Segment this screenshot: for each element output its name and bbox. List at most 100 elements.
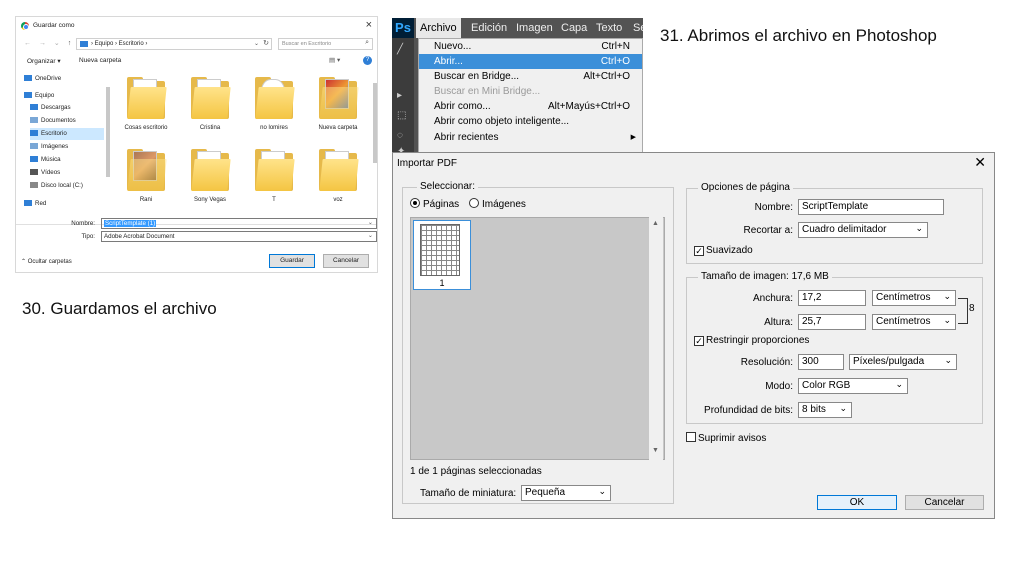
tree-item-red[interactable]: Red bbox=[24, 198, 104, 210]
save-button[interactable]: Guardar bbox=[269, 254, 315, 268]
recent-locations-icon[interactable]: ⌄ bbox=[54, 40, 63, 47]
thumbnail-size-select[interactable]: Pequeña ⌄ bbox=[521, 485, 611, 501]
folder-item[interactable]: T bbox=[244, 145, 304, 209]
name-field[interactable]: ScriptTemplate bbox=[798, 199, 944, 215]
height-unit-select[interactable]: Centímetros ⌄ bbox=[872, 314, 956, 330]
folder-item[interactable]: Cosas escritorio bbox=[116, 73, 176, 137]
folder-icon bbox=[127, 77, 167, 119]
new-folder-button[interactable]: Nueva carpeta bbox=[79, 57, 121, 64]
folder-item[interactable]: Sony Vegas bbox=[180, 145, 240, 209]
mode-select[interactable]: Color RGB ⌄ bbox=[798, 378, 908, 394]
file-type-select[interactable]: Adobe Acrobat Document ⌄ bbox=[101, 231, 377, 242]
lasso-tool-icon[interactable]: ◌ bbox=[397, 130, 403, 141]
dialog-title: Importar PDF bbox=[397, 158, 458, 169]
scroll-down-icon[interactable]: ▼ bbox=[652, 447, 659, 454]
organize-button[interactable]: Organizar ▾ bbox=[27, 57, 61, 65]
chain-link-icon[interactable]: 8 bbox=[969, 303, 975, 314]
move-tool-icon[interactable]: ▸ bbox=[397, 90, 402, 101]
tree-item-onedrive[interactable]: OneDrive bbox=[24, 73, 104, 85]
folder-label: Sony Vegas bbox=[193, 197, 227, 203]
scrollbar-thumb[interactable] bbox=[373, 83, 377, 163]
tree-item-equipo[interactable]: Equipo bbox=[24, 90, 104, 102]
smoothing-checkbox[interactable]: ✓ Suavizado bbox=[694, 245, 753, 256]
search-input[interactable]: Buscar en Escritorio ⌕ bbox=[278, 38, 373, 50]
file-name-field[interactable]: ScriptTemplate (1) ⌄ bbox=[101, 218, 377, 229]
page-number: 1 bbox=[439, 278, 445, 288]
menu-item-abrir-recientes[interactable]: Abrir recientes ▶ bbox=[419, 130, 642, 145]
cancel-button[interactable]: Cancelar bbox=[323, 254, 369, 268]
help-icon[interactable]: ? bbox=[363, 56, 372, 65]
height-field[interactable]: 25,7 bbox=[798, 314, 866, 330]
width-unit-select[interactable]: Centímetros ⌄ bbox=[872, 290, 956, 306]
constrain-proportions-checkbox[interactable]: ✓ Restringir proporciones bbox=[694, 335, 809, 346]
menu-item-abrir[interactable]: Abrir... Ctrl+O bbox=[419, 54, 642, 69]
page-thumbnail[interactable]: 1 bbox=[413, 220, 471, 290]
menu-texto[interactable]: Texto bbox=[596, 22, 622, 34]
bit-depth-select[interactable]: 8 bits ⌄ bbox=[798, 402, 852, 418]
address-bar[interactable]: › Equipo › Escritorio › ⌄ ↻ bbox=[76, 38, 272, 50]
folder-item[interactable]: Cristina bbox=[180, 73, 240, 137]
suppress-warnings-label: Suprimir avisos bbox=[698, 433, 767, 444]
tree-item-documentos[interactable]: Documentos bbox=[30, 115, 110, 127]
chevron-down-icon: ⌄ bbox=[895, 379, 903, 389]
height-unit-value: Centímetros bbox=[876, 316, 931, 327]
menu-item-buscar-bridge[interactable]: Buscar en Bridge... Alt+Ctrl+O bbox=[419, 69, 642, 84]
folder-item[interactable]: voz bbox=[308, 145, 368, 209]
nav-buttons: ← → ⌄ ↑ bbox=[24, 39, 74, 47]
close-icon[interactable]: × bbox=[366, 19, 372, 31]
folder-item[interactable]: Nueva carpeta bbox=[308, 73, 368, 137]
forward-arrow-icon[interactable]: → bbox=[39, 40, 49, 47]
resolution-field[interactable]: 300 bbox=[798, 354, 844, 370]
width-field[interactable]: 17,2 bbox=[798, 290, 866, 306]
menu-bar: Archivo Edición Imagen Capa Texto Se bbox=[414, 18, 643, 38]
tree-item-videos[interactable]: Vídeos bbox=[30, 167, 110, 179]
folder-item[interactable]: no lomires bbox=[244, 73, 304, 137]
suppress-warnings-checkbox[interactable]: Suprimir avisos bbox=[686, 432, 766, 444]
tree-item-imagenes[interactable]: Imágenes bbox=[30, 141, 110, 153]
video-icon bbox=[30, 169, 38, 175]
files-scrollbar[interactable] bbox=[371, 73, 379, 221]
file-type-value: Adobe Acrobat Document bbox=[104, 233, 175, 240]
brush-tool-icon[interactable]: ╱ bbox=[397, 44, 403, 55]
close-icon[interactable]: ✕ bbox=[974, 154, 986, 171]
chevron-down-icon[interactable]: ⌄ bbox=[254, 40, 259, 47]
menu-archivo[interactable]: Archivo bbox=[416, 18, 461, 38]
back-arrow-icon[interactable]: ← bbox=[24, 40, 34, 47]
menu-imagen[interactable]: Imagen bbox=[516, 22, 553, 34]
menu-item-abrir-objeto-inteligente[interactable]: Abrir como objeto inteligente... bbox=[419, 114, 642, 129]
resolution-unit-select[interactable]: Píxeles/pulgada ⌄ bbox=[849, 354, 957, 370]
address-path[interactable]: › Equipo › Escritorio › bbox=[91, 41, 147, 47]
cloud-icon bbox=[24, 75, 32, 81]
checkbox-checked-icon: ✓ bbox=[694, 336, 704, 346]
folder-icon bbox=[191, 149, 231, 191]
chevron-down-icon[interactable]: ⌄ bbox=[368, 219, 373, 226]
menu-seleccion[interactable]: Se bbox=[633, 22, 643, 34]
up-arrow-icon[interactable]: ↑ bbox=[68, 40, 75, 47]
pages-radio[interactable]: Páginas bbox=[410, 198, 459, 210]
computer-icon bbox=[24, 92, 32, 98]
view-options-icon[interactable]: ▤ ▾ bbox=[329, 56, 340, 64]
menu-capa[interactable]: Capa bbox=[561, 22, 587, 34]
scroll-up-icon[interactable]: ▲ bbox=[652, 220, 659, 227]
hide-folders-button[interactable]: ⌃ Ocultar carpetas bbox=[21, 258, 72, 265]
page-preview-area[interactable]: 1 bbox=[410, 217, 665, 460]
tree-scrollbar[interactable] bbox=[104, 73, 112, 221]
ok-button[interactable]: OK bbox=[817, 495, 897, 510]
marquee-tool-icon[interactable]: ⬚ bbox=[397, 110, 406, 121]
checkbox-unchecked-icon bbox=[686, 432, 696, 442]
preview-scrollbar[interactable]: ▲ ▼ bbox=[649, 217, 663, 460]
cancel-button[interactable]: Cancelar bbox=[905, 495, 984, 510]
images-radio[interactable]: Imágenes bbox=[469, 198, 526, 210]
menu-edicion[interactable]: Edición bbox=[471, 22, 507, 34]
tree-item-descargas[interactable]: Descargas bbox=[30, 102, 110, 114]
folder-item[interactable]: Rani bbox=[116, 145, 176, 209]
refresh-icon[interactable]: ↻ bbox=[263, 39, 269, 47]
chevron-down-icon[interactable]: ⌄ bbox=[368, 232, 373, 239]
crop-select[interactable]: Cuadro delimitador ⌄ bbox=[798, 222, 928, 238]
tree-item-disco-local[interactable]: Disco local (C:) bbox=[30, 180, 110, 192]
tree-item-musica[interactable]: Música bbox=[30, 154, 110, 166]
menu-item-nuevo[interactable]: Nuevo... Ctrl+N bbox=[419, 39, 642, 54]
tree-item-escritorio[interactable]: Escritorio bbox=[30, 128, 104, 140]
scrollbar-thumb[interactable] bbox=[106, 87, 110, 177]
menu-item-abrir-como[interactable]: Abrir como... Alt+Mayús+Ctrl+O bbox=[419, 99, 642, 114]
